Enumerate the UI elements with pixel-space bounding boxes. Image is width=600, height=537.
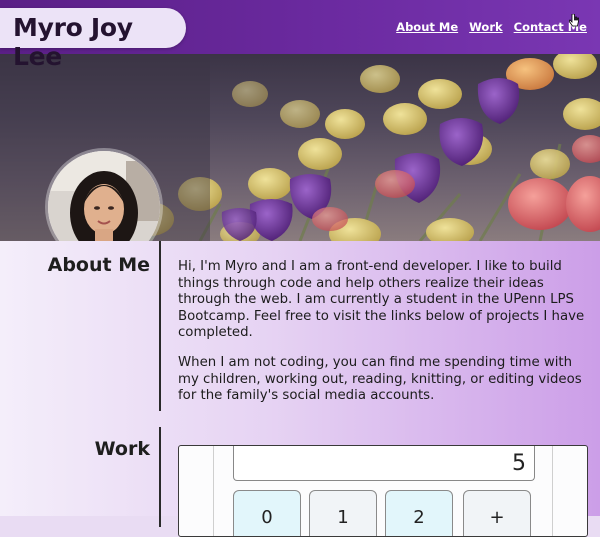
site-header: Myro Joy Lee About Me Work Contact Me (0, 0, 600, 71)
hero-banner (0, 54, 600, 241)
calculator-display-value: 5 (512, 451, 526, 476)
card-gridline (213, 446, 214, 536)
calculator-key-plus[interactable]: + (463, 490, 531, 536)
nav-link-about-me[interactable]: About Me (396, 20, 458, 34)
main-nav: About Me Work Contact Me (396, 20, 587, 34)
calculator-key-2[interactable]: 2 (385, 490, 453, 536)
site-name: Myro Joy Lee (13, 13, 133, 71)
about-me-text: Hi, I'm Myro and I am a front-end develo… (178, 259, 590, 418)
about-paragraph: Hi, I'm Myro and I am a front-end develo… (178, 259, 585, 341)
main-content: About Me Hi, I'm Myro and I am a front-e… (0, 241, 600, 537)
card-gridline (552, 446, 553, 536)
about-me-heading: About Me (47, 254, 150, 276)
calculator-display: 5 (233, 446, 535, 481)
section-divider (159, 427, 161, 527)
profile-photo (48, 151, 160, 241)
calculator-key-1[interactable]: 1 (309, 490, 377, 536)
calculator-key-0[interactable]: 0 (233, 490, 301, 536)
work-heading: Work (94, 438, 150, 460)
pointer-cursor-icon (569, 14, 579, 27)
about-paragraph: When I am not coding, you can find me sp… (178, 354, 582, 404)
site-logo[interactable]: Myro Joy Lee (0, 8, 186, 71)
nav-link-work[interactable]: Work (469, 20, 503, 34)
section-divider (159, 241, 161, 411)
project-card-calculator[interactable]: 5 0 1 2 + (178, 445, 588, 537)
